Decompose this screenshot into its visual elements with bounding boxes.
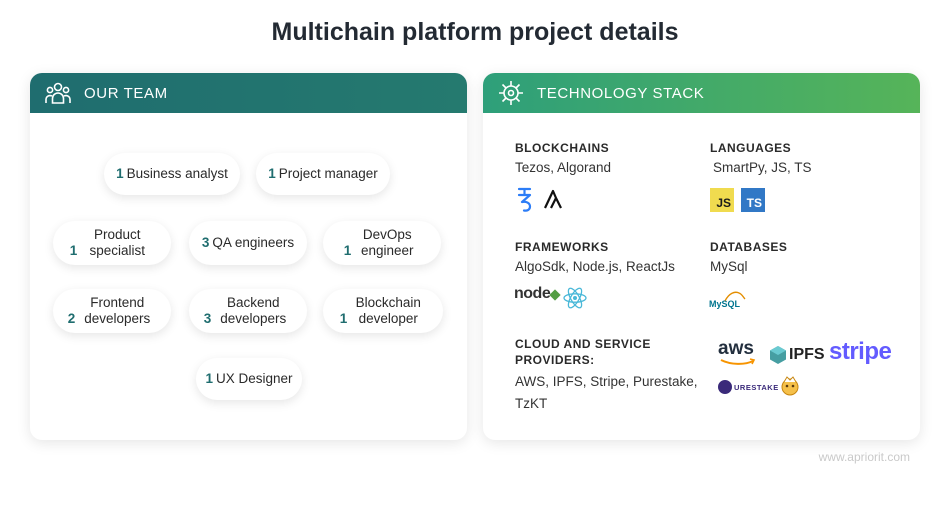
react-icon [563, 287, 587, 309]
blockchains-title: BLOCKCHAINS [515, 141, 610, 155]
watermark: www.apriorit.com [818, 450, 910, 464]
aws-icon: aws [718, 339, 758, 367]
frameworks-text: AlgoSdk, Node.js, ReactJs [515, 259, 675, 274]
chip-icon [499, 81, 523, 105]
technology-stack-header: TECHNOLOGY STACK [483, 73, 920, 113]
algorand-icon [544, 189, 562, 209]
team-member-frontend-developers: 2Frontend developers [53, 289, 171, 333]
languages-title: LANGUAGES [710, 141, 792, 155]
nodejs-icon: node [514, 285, 561, 303]
tezos-icon [517, 187, 532, 212]
team-member-product-specialist: 1Product specialist [53, 221, 171, 265]
languages-text: SmartPy, JS, TS [713, 160, 812, 175]
databases-title: DATABASES [710, 240, 788, 254]
ipfs-icon: IPFS [769, 345, 825, 365]
stripe-icon: stripe [829, 338, 892, 365]
blockchains-text: Tezos, Algorand [515, 160, 612, 175]
team-member-project-manager: 1 Project manager [256, 153, 390, 195]
our-team-header: OUR TEAM [30, 73, 467, 113]
our-team-card: OUR TEAM 1 Business analyst 1 Project mana… [30, 73, 467, 440]
team-member-backend-developers: 3Backend developers [189, 289, 307, 333]
our-team-title: OUR TEAM [84, 84, 168, 102]
technology-stack-card: TECHNOLOGY STACK BLOCKCHAINS Tezos, Algo… [483, 73, 920, 440]
team-member-ux-designer: 1 UX Designer [196, 358, 302, 400]
cloud-title: CLOUD AND SERVICE PROVIDERS: [515, 337, 651, 367]
cloud-text: AWS, IPFS, Stripe, Purestake, TzKT [515, 374, 698, 411]
typescript-icon: TS [741, 188, 765, 212]
team-member-blockchain-developer: 1Blockchain developer [323, 289, 443, 333]
frameworks-title: FRAMEWORKS [515, 240, 609, 254]
technology-stack-title: TECHNOLOGY STACK [537, 84, 705, 102]
team-member-qa-engineers: 3 QA engineers [189, 221, 307, 265]
team-member-business-analyst: 1 Business analyst [104, 153, 240, 195]
tzkt-icon [781, 376, 799, 396]
mysql-icon: MySQL [709, 289, 749, 311]
page-title: Multichain platform project details [271, 18, 679, 46]
javascript-icon: JS [710, 188, 734, 212]
team-member-devops-engineer: 1DevOps engineer [323, 221, 441, 265]
purestake-icon: URESTAKE [718, 378, 779, 396]
databases-text: MySql [710, 259, 748, 274]
team-icon [45, 82, 71, 104]
